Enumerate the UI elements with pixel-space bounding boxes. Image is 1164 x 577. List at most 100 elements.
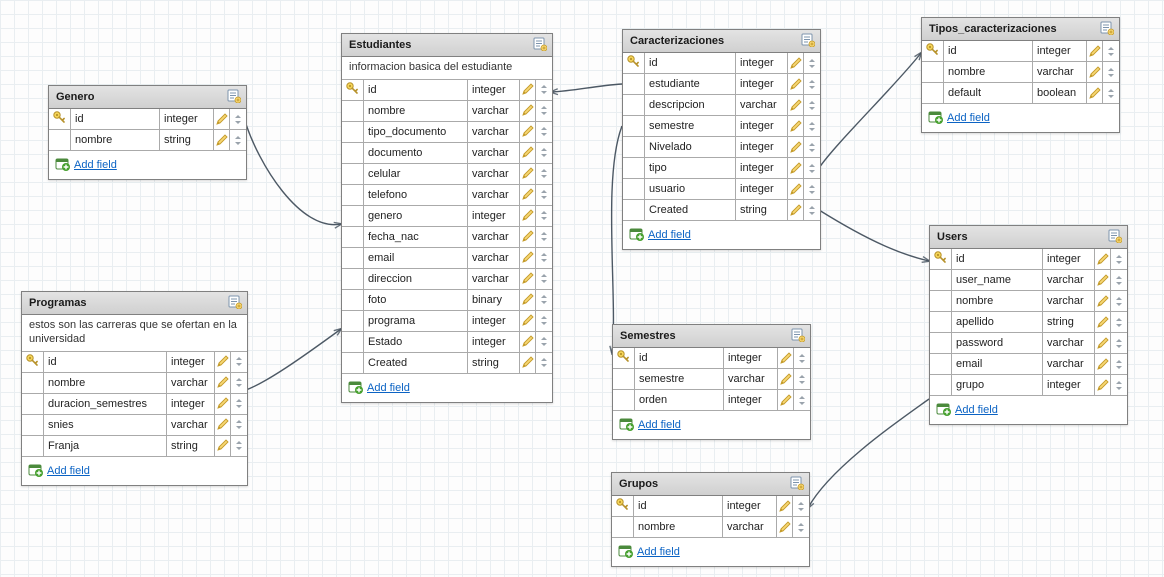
- field-row[interactable]: nombre string: [49, 130, 246, 151]
- edit-field-button[interactable]: [520, 290, 536, 310]
- reorder-field-button[interactable]: [536, 332, 552, 352]
- notes-icon[interactable]: [227, 294, 242, 312]
- field-name[interactable]: semestre: [645, 116, 736, 136]
- reorder-field-button[interactable]: [230, 109, 246, 129]
- add-field-icon[interactable]: [928, 109, 943, 127]
- field-type[interactable]: integer: [468, 332, 520, 352]
- field-type[interactable]: integer: [736, 137, 788, 157]
- field-type[interactable]: integer: [167, 394, 215, 414]
- field-row[interactable]: nombre varchar: [342, 101, 552, 122]
- field-name[interactable]: tipo_documento: [364, 122, 468, 142]
- field-row[interactable]: id integer: [930, 249, 1127, 270]
- reorder-field-button[interactable]: [1111, 291, 1127, 311]
- field-type[interactable]: string: [167, 436, 215, 456]
- reorder-field-button[interactable]: [1103, 62, 1119, 82]
- field-row[interactable]: direccion varchar: [342, 269, 552, 290]
- table-genero[interactable]: Genero id integer nombre string Add fiel…: [48, 85, 247, 180]
- reorder-field-button[interactable]: [1111, 270, 1127, 290]
- field-row[interactable]: fecha_nac varchar: [342, 227, 552, 248]
- notes-icon[interactable]: [532, 36, 547, 54]
- reorder-field-button[interactable]: [804, 116, 820, 136]
- field-row[interactable]: duracion_semestres integer: [22, 394, 247, 415]
- field-row[interactable]: id integer: [613, 348, 810, 369]
- field-row[interactable]: user_name varchar: [930, 270, 1127, 291]
- reorder-field-button[interactable]: [1103, 83, 1119, 103]
- reorder-field-button[interactable]: [536, 227, 552, 247]
- edit-field-button[interactable]: [788, 158, 804, 178]
- edit-field-button[interactable]: [778, 348, 794, 368]
- field-row[interactable]: id integer: [49, 109, 246, 130]
- table-header[interactable]: Programas: [22, 292, 247, 315]
- field-row[interactable]: email varchar: [342, 248, 552, 269]
- reorder-field-button[interactable]: [536, 269, 552, 289]
- edit-field-button[interactable]: [788, 200, 804, 220]
- edit-field-button[interactable]: [1095, 354, 1111, 374]
- field-name[interactable]: id: [44, 352, 167, 372]
- field-type[interactable]: integer: [1043, 249, 1095, 269]
- field-row[interactable]: estudiante integer: [623, 74, 820, 95]
- add-field-link[interactable]: Add field: [637, 546, 680, 558]
- edit-field-button[interactable]: [215, 373, 231, 393]
- field-name[interactable]: email: [364, 248, 468, 268]
- field-row[interactable]: orden integer: [613, 390, 810, 411]
- field-type[interactable]: integer: [1043, 375, 1095, 395]
- field-row[interactable]: programa integer: [342, 311, 552, 332]
- field-type[interactable]: varchar: [1043, 270, 1095, 290]
- notes-icon[interactable]: [800, 32, 815, 50]
- field-type[interactable]: varchar: [468, 227, 520, 247]
- field-name[interactable]: Created: [364, 353, 468, 373]
- field-name[interactable]: genero: [364, 206, 468, 226]
- add-field-icon[interactable]: [629, 226, 644, 244]
- field-row[interactable]: celular varchar: [342, 164, 552, 185]
- field-type[interactable]: integer: [1033, 41, 1087, 61]
- add-field-link[interactable]: Add field: [947, 112, 990, 124]
- edit-field-button[interactable]: [788, 116, 804, 136]
- reorder-field-button[interactable]: [804, 137, 820, 157]
- reorder-field-button[interactable]: [231, 436, 247, 456]
- edit-field-button[interactable]: [1087, 41, 1103, 61]
- field-row[interactable]: Created string: [342, 353, 552, 374]
- reorder-field-button[interactable]: [536, 185, 552, 205]
- field-name[interactable]: nombre: [71, 130, 160, 150]
- add-field-icon[interactable]: [618, 543, 633, 561]
- field-row[interactable]: nombre varchar: [922, 62, 1119, 83]
- field-type[interactable]: varchar: [724, 369, 778, 389]
- field-row[interactable]: apellido string: [930, 312, 1127, 333]
- reorder-field-button[interactable]: [804, 158, 820, 178]
- reorder-field-button[interactable]: [804, 53, 820, 73]
- edit-field-button[interactable]: [1087, 83, 1103, 103]
- edit-field-button[interactable]: [520, 227, 536, 247]
- field-row[interactable]: grupo integer: [930, 375, 1127, 396]
- field-row[interactable]: foto binary: [342, 290, 552, 311]
- field-name[interactable]: id: [635, 348, 724, 368]
- edit-field-button[interactable]: [778, 390, 794, 410]
- field-name[interactable]: tipo: [645, 158, 736, 178]
- reorder-field-button[interactable]: [536, 101, 552, 121]
- field-name[interactable]: id: [952, 249, 1043, 269]
- field-type[interactable]: varchar: [1033, 62, 1087, 82]
- edit-field-button[interactable]: [520, 353, 536, 373]
- add-field-icon[interactable]: [55, 156, 70, 174]
- field-name[interactable]: fecha_nac: [364, 227, 468, 247]
- edit-field-button[interactable]: [788, 179, 804, 199]
- reorder-field-button[interactable]: [231, 394, 247, 414]
- reorder-field-button[interactable]: [1111, 312, 1127, 332]
- field-type[interactable]: varchar: [468, 122, 520, 142]
- field-type[interactable]: varchar: [1043, 354, 1095, 374]
- field-row[interactable]: descripcion varchar: [623, 95, 820, 116]
- edit-field-button[interactable]: [777, 517, 793, 537]
- edit-field-button[interactable]: [520, 164, 536, 184]
- field-name[interactable]: id: [71, 109, 160, 129]
- field-row[interactable]: nombre varchar: [930, 291, 1127, 312]
- field-row[interactable]: default boolean: [922, 83, 1119, 104]
- field-type[interactable]: integer: [736, 53, 788, 73]
- edit-field-button[interactable]: [1095, 312, 1111, 332]
- field-name[interactable]: estudiante: [645, 74, 736, 94]
- field-row[interactable]: snies varchar: [22, 415, 247, 436]
- field-type[interactable]: string: [736, 200, 788, 220]
- field-type[interactable]: varchar: [1043, 333, 1095, 353]
- field-type[interactable]: varchar: [1043, 291, 1095, 311]
- field-name[interactable]: grupo: [952, 375, 1043, 395]
- field-name[interactable]: semestre: [635, 369, 724, 389]
- edit-field-button[interactable]: [214, 109, 230, 129]
